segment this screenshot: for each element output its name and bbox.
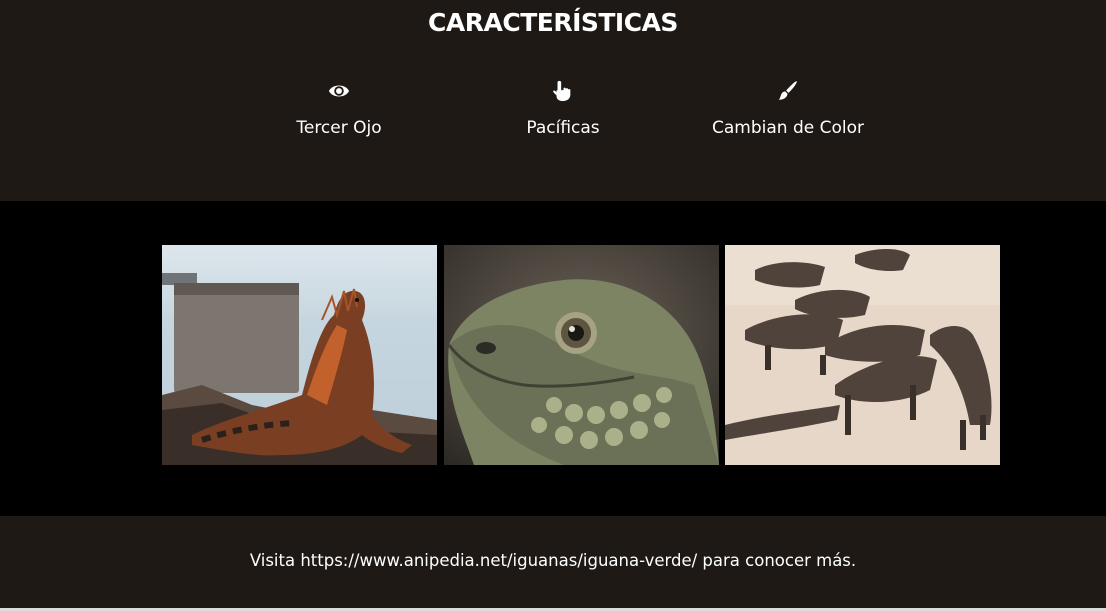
feature-label: Cambian de Color: [712, 118, 864, 138]
feature-tercer-ojo: Tercer Ojo: [219, 80, 459, 138]
photo-gallery: [0, 201, 1106, 516]
iguanas-group-beach-photo: [725, 245, 1000, 465]
feature-pacificas: Pacíficas: [443, 80, 683, 138]
footer-text: Visita https://www.anipedia.net/iguanas/…: [249, 551, 857, 570]
eye-icon: [219, 80, 459, 102]
pointing-hand-icon: [443, 80, 683, 102]
iguana-head-closeup-photo: [444, 245, 719, 465]
feature-label: Tercer Ojo: [296, 118, 382, 138]
feature-cambian-de-color: Cambian de Color: [668, 80, 908, 138]
footer: Visita https://www.anipedia.net/iguanas/…: [0, 516, 1106, 608]
iguana-by-water-photo: [162, 245, 437, 465]
features-section: CARACTERÍSTICAS Tercer Ojo Pacíficas Cam…: [0, 0, 1106, 201]
features-title: CARACTERÍSTICAS: [428, 8, 678, 37]
paintbrush-icon: [668, 80, 908, 102]
feature-label: Pacíficas: [526, 118, 600, 138]
